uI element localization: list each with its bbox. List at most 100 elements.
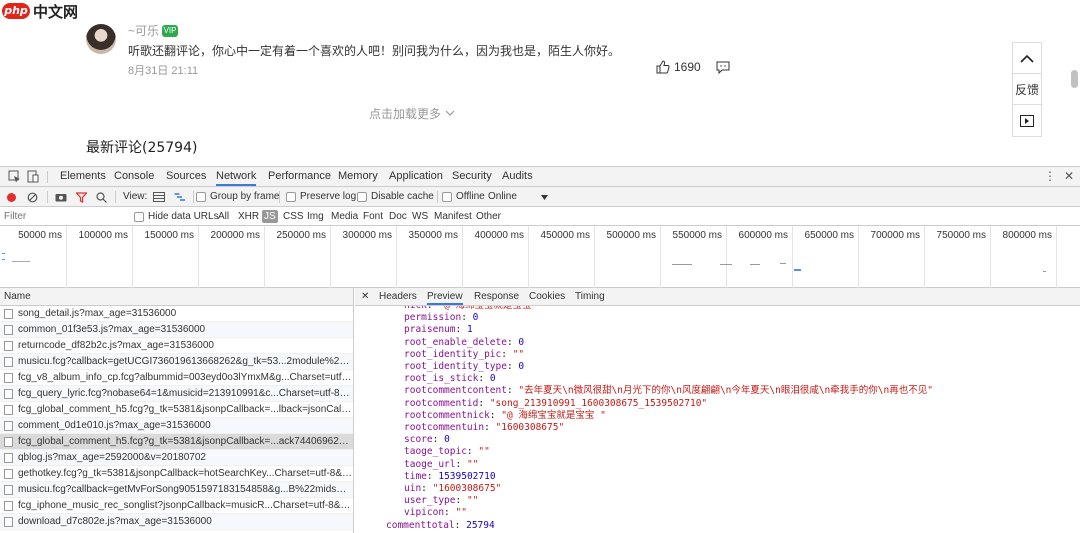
- detail-tab-headers[interactable]: Headers: [379, 288, 417, 306]
- search-button[interactable]: [96, 187, 107, 207]
- comment-nick[interactable]: ~可乐 VIP: [128, 22, 179, 39]
- network-overview-timeline[interactable]: 50000 ms 100000 ms 150000 ms 200000 ms 25000…: [0, 226, 1080, 288]
- file-icon: [4, 373, 13, 383]
- request-row[interactable]: musicu.fcg?callback=getMvForSong90515971…: [0, 482, 353, 498]
- feedback-button[interactable]: 反馈: [1013, 74, 1041, 105]
- preview-property[interactable]: rootcommentid: "song_213910991_160030867…: [404, 398, 707, 410]
- detail-tab-preview[interactable]: Preview: [427, 288, 463, 305]
- hide-data-urls-checkbox[interactable]: Hide data URLs: [134, 207, 219, 226]
- close-devtools-icon[interactable]: ✕: [1064, 169, 1074, 183]
- filter-type-css[interactable]: CSS: [283, 207, 304, 226]
- preview-property[interactable]: taoge_topic: "": [404, 446, 490, 458]
- preview-property[interactable]: nick: "@ 海绵宝宝就是宝宝 ": [404, 306, 543, 312]
- preview-property[interactable]: root_identity_pic: "": [404, 349, 524, 361]
- filter-type-doc[interactable]: Doc: [389, 207, 407, 226]
- like-button[interactable]: 1690: [656, 60, 701, 74]
- load-more-link[interactable]: 点击加载更多: [369, 105, 455, 122]
- request-row[interactable]: song_detail.js?max_age=31536000: [0, 306, 353, 322]
- request-row[interactable]: fcg_global_comment_h5.fcg?g_tk=5381&json…: [0, 434, 353, 450]
- clear-button[interactable]: [27, 187, 38, 207]
- property-key: permission: [404, 312, 462, 324]
- tab-audits[interactable]: Audits: [502, 167, 533, 186]
- filter-type-js[interactable]: JS: [262, 210, 278, 223]
- tab-performance[interactable]: Performance: [268, 167, 331, 186]
- player-button[interactable]: [1013, 105, 1041, 136]
- inspect-element-icon[interactable]: [8, 170, 21, 183]
- avatar[interactable]: [86, 24, 116, 54]
- checkbox-box: [442, 192, 452, 202]
- preview-property[interactable]: rootcommentcontent: "去年夏天\n微风很甜\n月光下的你\n…: [404, 385, 933, 397]
- close-detail-icon[interactable]: ✕: [361, 288, 369, 306]
- preview-property[interactable]: root_identity_type: 0: [404, 361, 524, 373]
- record-button[interactable]: [6, 187, 17, 207]
- capture-screenshots-button[interactable]: [55, 187, 67, 207]
- detail-tab-bar: ✕ Headers Preview Response Cookies Timing: [355, 288, 1080, 306]
- filter-button[interactable]: [76, 187, 87, 207]
- large-rows-button[interactable]: [153, 187, 165, 207]
- request-name: musicu.fcg?callback=getMvForSong90515971…: [18, 484, 352, 495]
- preview-property[interactable]: rootcommentnick: "@ 海绵宝宝就是宝宝 ": [404, 410, 606, 422]
- throttling-select[interactable]: Online: [488, 187, 548, 207]
- request-row[interactable]: fcg_global_comment_h5.fcg?g_tk=5381&json…: [0, 402, 353, 418]
- filter-type-all[interactable]: All: [218, 207, 229, 226]
- tab-sources[interactable]: Sources: [166, 167, 206, 186]
- page-scrollbar[interactable]: [1071, 70, 1078, 88]
- request-row[interactable]: download_d7c802e.js?max_age=31536000: [0, 514, 353, 530]
- property-colon: :: [432, 434, 445, 446]
- tab-network[interactable]: Network: [216, 167, 257, 186]
- overview-request-mark: [750, 264, 760, 265]
- preview-property[interactable]: time: 1539502710: [404, 471, 496, 483]
- detail-tab-cookies[interactable]: Cookies: [529, 288, 565, 306]
- detail-tab-response[interactable]: Response: [474, 288, 519, 306]
- tab-application[interactable]: Application: [389, 167, 443, 186]
- preview-property[interactable]: rootcommentuin: "1600308675": [404, 422, 564, 434]
- filter-type-xhr[interactable]: XHR: [238, 207, 259, 226]
- request-row[interactable]: qblog.js?max_age=2592000&v=20180702: [0, 450, 353, 466]
- tab-memory[interactable]: Memory: [338, 167, 378, 186]
- request-row[interactable]: musicu.fcg?callback=getUCGI7360196136682…: [0, 354, 353, 370]
- request-row[interactable]: common_01f3e53.js?max_age=31536000: [0, 322, 353, 338]
- request-row[interactable]: fcg_v8_album_info_cp.fcg?albummid=003eyd…: [0, 370, 353, 386]
- preview-property[interactable]: taoge_url: "": [404, 459, 478, 471]
- filter-type-media[interactable]: Media: [331, 207, 358, 226]
- preview-property[interactable]: vipicon: "": [404, 507, 467, 519]
- more-options-icon[interactable]: ⋮: [1044, 169, 1056, 183]
- reply-button[interactable]: [716, 61, 730, 79]
- back-to-top-button[interactable]: [1013, 43, 1041, 74]
- group-by-frame-checkbox[interactable]: Group by frame: [196, 187, 279, 207]
- filter-type-manifest[interactable]: Manifest: [434, 207, 472, 226]
- filter-type-ws[interactable]: WS: [412, 207, 428, 226]
- detail-tab-timing[interactable]: Timing: [575, 288, 605, 306]
- request-row[interactable]: fcg_iphone_music_rec_songlist?jsonpCallb…: [0, 498, 353, 514]
- preview-property[interactable]: root_enable_delete: 0: [404, 337, 524, 349]
- name-column-header[interactable]: Name: [0, 288, 354, 306]
- filter-type-img[interactable]: Img: [307, 207, 324, 226]
- site-logo[interactable]: php 中文网: [2, 2, 78, 21]
- preview-property[interactable]: uin: "1600308675": [404, 483, 501, 495]
- request-row[interactable]: comment_0d1e010.js?max_age=31536000: [0, 418, 353, 434]
- device-toolbar-icon[interactable]: [27, 170, 39, 183]
- request-list: song_detail.js?max_age=31536000 common_01…: [0, 306, 354, 533]
- preview-property-commenttotal[interactable]: commenttotal: 25794: [386, 520, 495, 532]
- file-icon: [4, 325, 13, 335]
- disable-cache-checkbox[interactable]: Disable cache: [357, 187, 434, 207]
- property-key: uin: [404, 483, 422, 494]
- waterfall-overview-button[interactable]: [174, 187, 186, 207]
- filter-type-other[interactable]: Other: [476, 207, 501, 226]
- preview-property[interactable]: praisenum: 1: [404, 324, 473, 336]
- offline-checkbox[interactable]: Offline: [442, 187, 485, 207]
- tab-console[interactable]: Console: [114, 167, 154, 186]
- request-row[interactable]: fcg_query_lyric.fcg?nobase64=1&musicid=2…: [0, 386, 353, 402]
- preview-property[interactable]: score: 0: [404, 434, 450, 446]
- filter-type-font[interactable]: Font: [363, 207, 383, 226]
- preserve-log-checkbox[interactable]: Preserve log: [286, 187, 356, 207]
- request-row[interactable]: returncode_df82b2c.js?max_age=31536000: [0, 338, 353, 354]
- request-row[interactable]: gethotkey.fcg?g_tk=5381&jsonpCallback=ho…: [0, 466, 353, 482]
- tab-security[interactable]: Security: [452, 167, 492, 186]
- tab-elements[interactable]: Elements: [60, 167, 106, 186]
- filter-input[interactable]: [4, 209, 124, 224]
- preview-property[interactable]: permission: 0: [404, 312, 478, 324]
- timeline-gridline: [132, 226, 133, 288]
- preview-property[interactable]: root_is_stick: 0: [404, 373, 496, 385]
- preview-property[interactable]: user_type: "": [404, 495, 478, 507]
